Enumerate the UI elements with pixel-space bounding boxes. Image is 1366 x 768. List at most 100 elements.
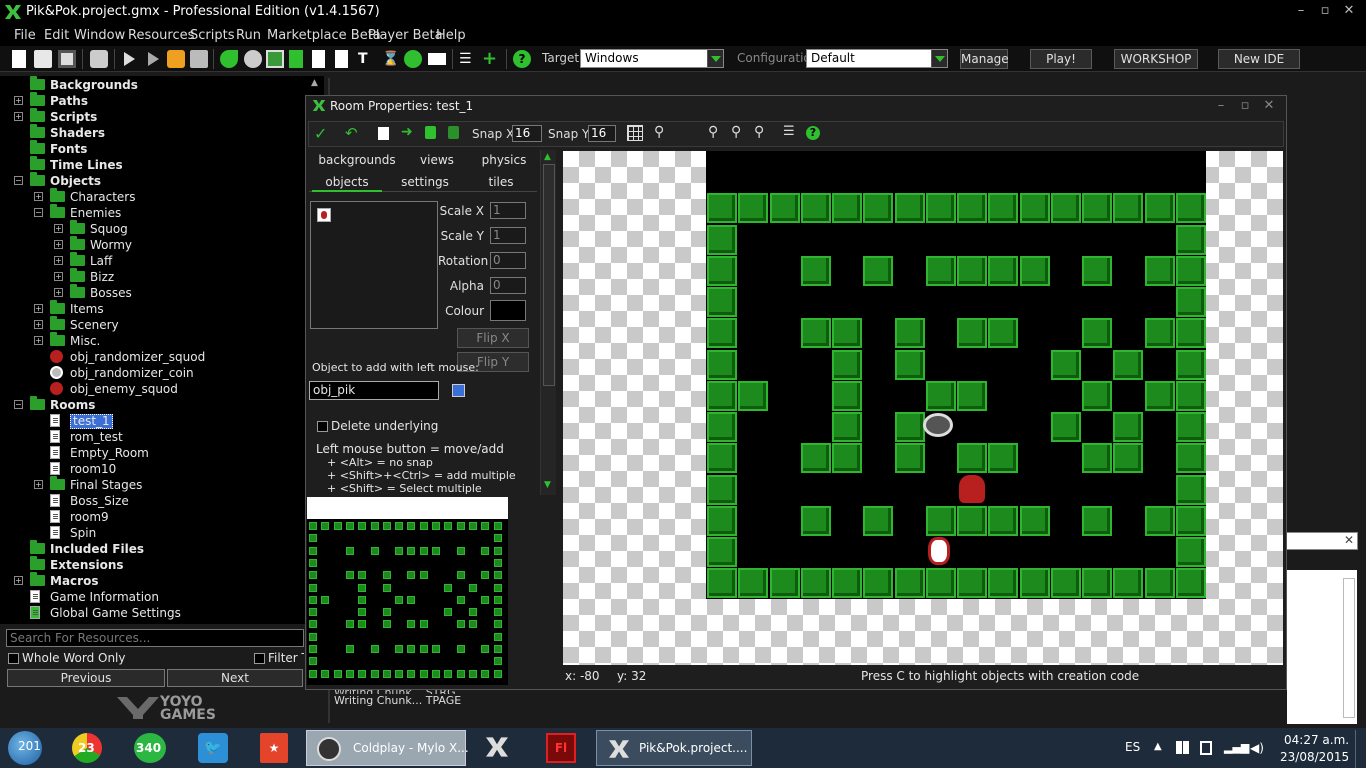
wall-block[interactable] [1050,412,1081,442]
whatsapp-icon[interactable]: 340 [134,733,166,763]
wall-block[interactable] [894,349,925,380]
tab-backgrounds[interactable]: backgrounds [318,150,396,170]
wall-block[interactable] [925,193,956,224]
path-icon[interactable] [289,50,303,68]
start-orb-icon[interactable]: 201 [8,731,42,765]
wall-block[interactable] [925,568,956,599]
wall-block[interactable] [863,568,894,599]
volume-icon[interactable]: ◀) [1250,741,1264,755]
wall-block[interactable] [957,505,987,536]
stop-icon[interactable] [167,50,185,68]
tree-item[interactable]: test_1 [0,413,310,429]
menu-window[interactable]: Window [74,28,125,43]
undo-icon[interactable]: ↶ [345,124,358,142]
windows-icon[interactable] [1176,741,1189,754]
show-desktop-button[interactable] [1355,730,1366,768]
wall-block[interactable] [1050,349,1081,380]
power-icon[interactable] [1200,741,1212,755]
wall-block[interactable] [832,380,862,411]
tree-item[interactable]: + Laff [0,252,310,269]
coin-instance[interactable] [923,413,953,437]
wall-block[interactable] [957,255,987,286]
language-indicator[interactable]: ES [1125,740,1140,754]
wall-block[interactable] [738,193,769,224]
collapse-icon[interactable]: − [14,400,23,409]
menu-resources[interactable]: Resources [128,28,194,43]
wall-block[interactable] [1175,287,1206,317]
tree-item[interactable]: + Wormy [0,236,310,253]
tree-item[interactable]: Game Information [0,589,310,605]
room-icon[interactable] [428,53,446,65]
collapse-icon[interactable]: − [14,176,23,185]
wall-block[interactable] [1019,193,1050,224]
tab-tiles[interactable]: tiles [470,172,532,192]
wall-block[interactable] [925,380,956,411]
snap-x-input[interactable]: 16 [512,125,542,142]
wall-block[interactable] [894,412,925,442]
wall-block[interactable] [1050,193,1081,224]
compile-panel-tab[interactable]: ✕ [1286,532,1358,550]
close-icon[interactable]: ✕ [1344,533,1354,547]
tree-item[interactable]: − Rooms [0,396,310,413]
close-button[interactable]: ✕ [1338,3,1360,19]
wall-block[interactable] [800,505,831,536]
clean-icon[interactable] [190,50,208,68]
tree-item[interactable]: Backgrounds [0,76,310,93]
tree-item[interactable]: + Squog [0,220,310,237]
wall-block[interactable] [1113,568,1144,599]
wall-block[interactable] [738,568,769,599]
clock-date[interactable]: 23/08/2015 [1280,750,1349,764]
wall-block[interactable] [800,318,831,349]
scrollbar-thumb[interactable] [543,164,555,386]
run-icon[interactable] [120,50,138,68]
sprite-icon[interactable] [220,50,238,68]
timeline-icon[interactable]: ⌛ [382,50,400,68]
tree-item[interactable]: + Misc. [0,332,310,349]
wall-block[interactable] [832,412,862,442]
wall-block[interactable] [1175,380,1206,411]
wall-block[interactable] [1175,255,1206,286]
expand-icon[interactable]: + [54,256,63,265]
wall-block[interactable] [832,318,862,349]
wall-block[interactable] [1175,349,1206,380]
pik-player-instance[interactable] [928,537,950,565]
flip-x-button[interactable]: Flip X [457,328,529,348]
configuration-select[interactable]: Default [806,49,948,68]
expand-icon[interactable]: + [14,576,23,585]
wall-block[interactable] [957,380,987,411]
wall-block[interactable] [957,318,987,349]
menu-help[interactable]: Help [436,28,466,43]
tree-item[interactable]: rom_test [0,429,310,445]
room-minimize-button[interactable]: – [1210,98,1232,114]
wall-block[interactable] [1175,318,1206,349]
enemy-squod-instance[interactable] [959,475,985,503]
wall-block[interactable] [1175,537,1206,567]
wall-block[interactable] [832,443,862,474]
taskbar-item-coldplay[interactable]: Coldplay - Mylo X... [306,730,469,766]
collapse-icon[interactable]: − [34,208,43,217]
tree-item[interactable]: Spin [0,525,310,541]
script-icon[interactable] [312,50,325,68]
wall-block[interactable] [1082,255,1112,286]
menu-run[interactable]: Run [236,28,261,43]
wall-block[interactable] [707,287,737,317]
wall-block[interactable] [1082,193,1112,224]
expand-icon[interactable]: + [34,320,43,329]
wall-block[interactable] [800,443,831,474]
wall-block[interactable] [957,443,987,474]
clear-room-icon[interactable] [378,127,389,140]
list-icon[interactable]: ☰ [783,124,795,139]
help-icon[interactable]: ? [806,126,820,140]
unlock-icon[interactable] [448,126,459,139]
wall-block[interactable] [1019,505,1050,536]
wall-block[interactable] [707,443,737,474]
filter-tree-checkbox[interactable] [254,653,265,664]
expand-icon[interactable]: + [54,288,63,297]
expand-icon[interactable]: + [14,112,23,121]
wall-block[interactable] [738,380,769,411]
wall-block[interactable] [707,255,737,286]
tree-item[interactable]: room9 [0,509,310,525]
wall-block[interactable] [800,255,831,286]
tree-item[interactable]: Boss_Size [0,493,310,509]
wall-block[interactable] [707,193,737,224]
